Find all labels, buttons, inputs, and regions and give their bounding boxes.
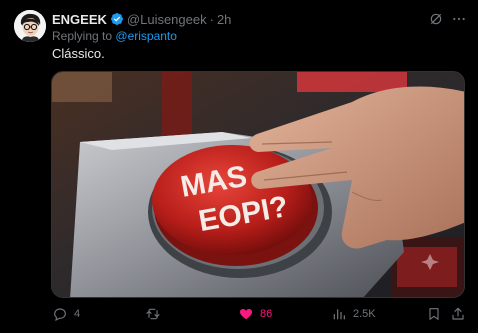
reply-count: 4	[74, 308, 81, 320]
author-name[interactable]: ENGEEK	[52, 12, 107, 27]
verified-badge-icon	[110, 13, 123, 25]
views-count: 2.5K	[353, 308, 376, 320]
like-action[interactable]: 86	[238, 306, 272, 322]
button-photo: MAS EOPI?	[52, 72, 464, 297]
tweet-media-image[interactable]: MAS EOPI?	[51, 71, 465, 298]
views-action[interactable]: 2.5K	[331, 306, 376, 322]
replying-to: Replying to @erispanto	[52, 29, 177, 43]
share-icon	[452, 307, 464, 320]
tweet[interactable]: ENGEEK @Luisengeek · 2h Replying to @eri…	[0, 0, 478, 333]
bookmark-icon	[429, 308, 439, 320]
tweet-text: Clássico.	[52, 46, 105, 61]
retweet-icon	[146, 308, 160, 320]
avatar-illustration	[14, 10, 46, 42]
share-action[interactable]	[450, 306, 466, 322]
tweet-actions: 4 86 2.5K	[0, 306, 478, 326]
replying-to-mention[interactable]: @erispanto	[115, 29, 177, 43]
replying-to-label: Replying to	[52, 29, 113, 43]
like-count: 86	[260, 308, 273, 320]
avatar[interactable]	[14, 10, 46, 42]
author-handle[interactable]: @Luisengeek	[127, 12, 207, 27]
more-options-icon[interactable]	[451, 11, 467, 27]
tweet-timestamp[interactable]: 2h	[217, 12, 231, 27]
heart-filled-icon	[240, 309, 252, 320]
grok-icon[interactable]	[428, 11, 444, 27]
bookmark-action[interactable]	[426, 306, 442, 322]
reply-action[interactable]: 4	[52, 306, 80, 322]
views-chart-icon	[333, 309, 345, 320]
tweet-header: ENGEEK @Luisengeek · 2h	[52, 10, 231, 28]
header-separator: ·	[209, 11, 214, 27]
retweet-action[interactable]	[145, 306, 167, 322]
reply-icon	[54, 308, 66, 322]
